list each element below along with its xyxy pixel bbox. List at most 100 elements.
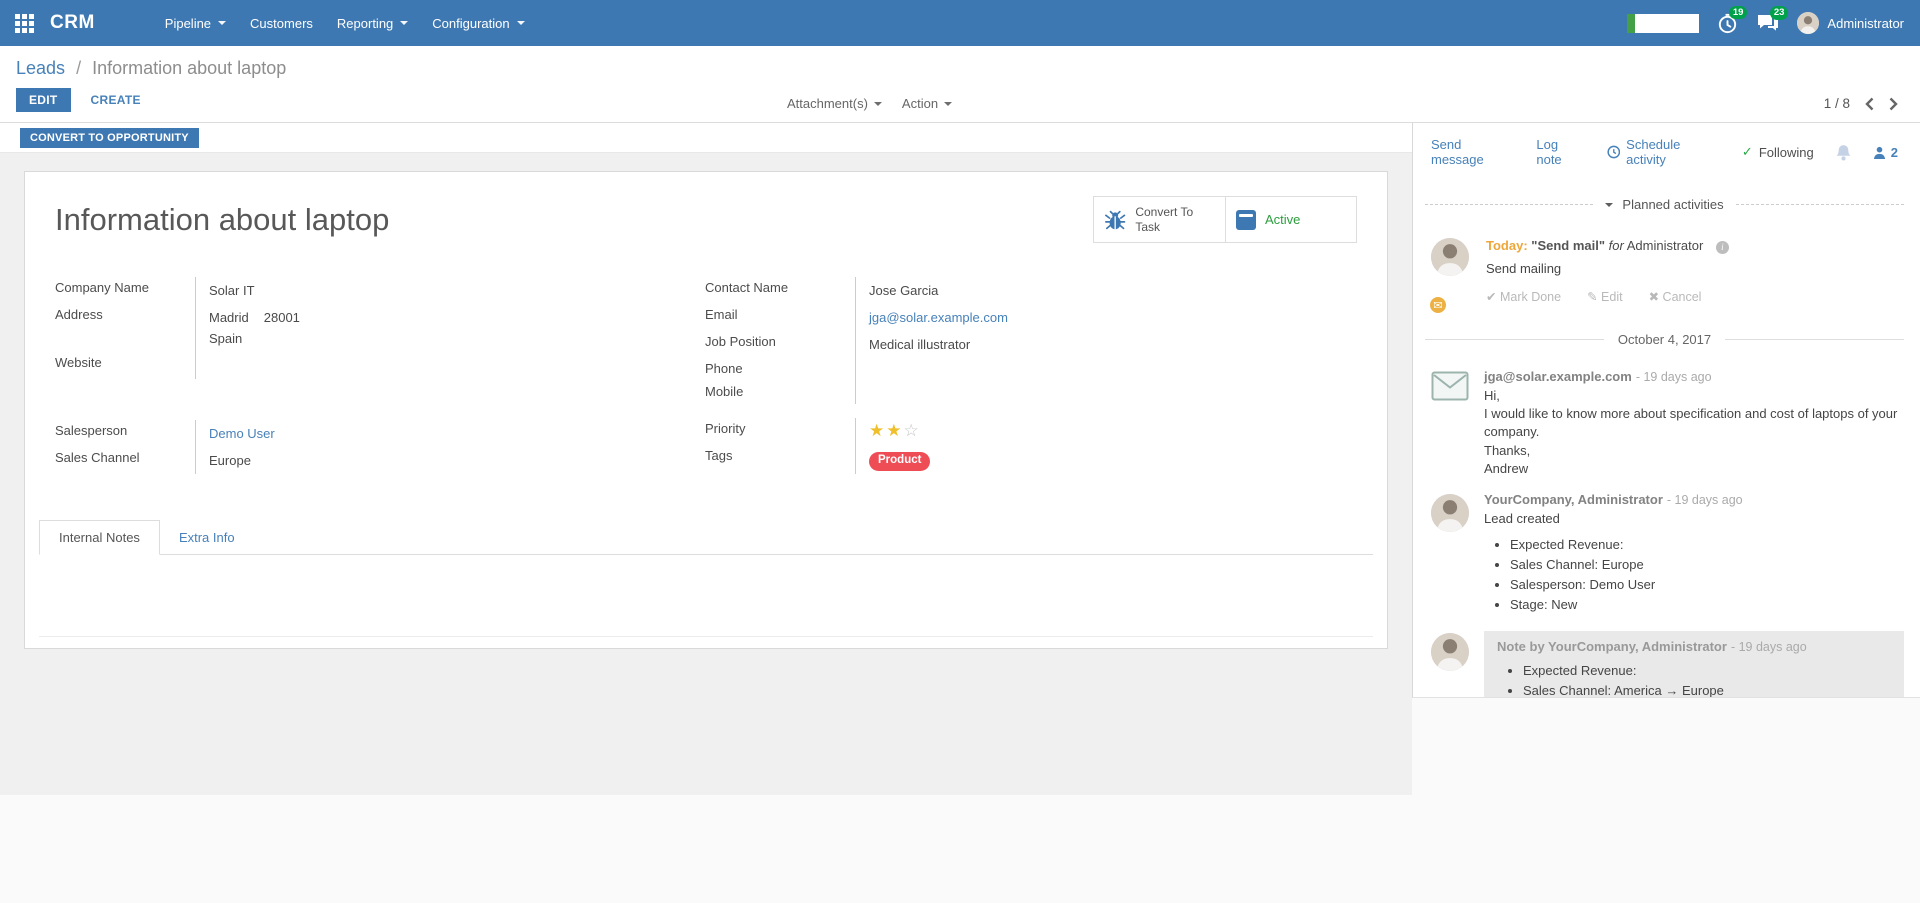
message-body: Lead created (1484, 510, 1904, 528)
follower-person-icon (1873, 146, 1886, 159)
activities-clock-icon[interactable]: 19 (1716, 12, 1739, 35)
control-buttons: EDIT CREATE (16, 88, 1920, 112)
fields-left-column: Company Name Solar IT Address Madrid2800… (55, 277, 675, 474)
chatter-actions: Send message Log note Schedule activity … (1425, 135, 1904, 175)
message-lead-created: YourCompany, Administrator- 19 days ago … (1425, 492, 1904, 617)
chevron-down-icon (517, 21, 525, 25)
form-view: CONVERT TO OPPORTUNITY Information about… (0, 123, 1412, 795)
breadcrumb-current: Information about laptop (92, 58, 286, 78)
field-phone: Phone (705, 358, 1357, 381)
planned-activities-toggle[interactable]: Planned activities (1605, 197, 1723, 212)
mobile-value (855, 381, 1357, 404)
main-menu: Pipeline Customers Reporting Configurati… (153, 9, 537, 38)
create-button[interactable]: CREATE (91, 93, 141, 107)
menu-reporting[interactable]: Reporting (325, 9, 420, 38)
star-filled-icon[interactable]: ★ (869, 421, 886, 440)
form-sheet: Information about laptop (24, 171, 1388, 649)
company-name-value: Solar IT (195, 277, 675, 304)
notebook-tabs: Internal Notes Extra Info (39, 520, 1373, 555)
action-dropdown[interactable]: Action (902, 96, 952, 111)
field-job-position: Job Position Medical illustrator (705, 331, 1357, 358)
fields-right-column: Contact Name Jose Garcia Email jga@solar… (705, 277, 1357, 474)
user-menu[interactable]: Administrator (1797, 12, 1904, 34)
internal-notes-content (39, 555, 1373, 637)
convert-to-opportunity-button[interactable]: CONVERT TO OPPORTUNITY (20, 128, 199, 148)
field-sales-channel: Sales Channel Europe (55, 447, 675, 474)
activity-assignee: Administrator (1627, 238, 1704, 253)
log-note-button[interactable]: Log note (1536, 137, 1585, 167)
date-separator: October 4, 2017 (1425, 332, 1904, 347)
salesperson-link[interactable]: Demo User (209, 426, 275, 441)
edit-button[interactable]: EDIT (16, 88, 71, 112)
avatar (1797, 12, 1819, 34)
message-count-badge: 23 (1770, 6, 1789, 20)
active-toggle-button[interactable]: Active (1225, 197, 1356, 242)
breadcrumb: Leads / Information about laptop (16, 58, 1920, 79)
mark-done-button[interactable]: ✔ Mark Done (1486, 289, 1561, 304)
message-time: - 19 days ago (1731, 640, 1807, 654)
info-icon[interactable]: i (1716, 241, 1729, 254)
edit-activity-button[interactable]: ✎ Edit (1587, 289, 1623, 304)
message-author: jga@solar.example.com- 19 days ago (1484, 369, 1904, 384)
control-panel: Leads / Information about laptop EDIT CR… (0, 46, 1920, 123)
pager-value[interactable]: 1 / 8 (1824, 96, 1850, 111)
message-author: Note by YourCompany, Administrator- 19 d… (1497, 639, 1891, 654)
menu-pipeline[interactable]: Pipeline (153, 9, 238, 38)
message-note: Note by YourCompany, Administrator- 19 d… (1425, 631, 1904, 698)
chatter-panel: Send message Log note Schedule activity … (1412, 123, 1920, 698)
systray-progress-bar[interactable] (1627, 14, 1699, 33)
messages-chat-icon[interactable]: 23 (1756, 12, 1780, 34)
record-pager: 1 / 8 (1824, 96, 1898, 111)
chevron-down-icon (874, 102, 882, 106)
cancel-activity-button[interactable]: ✖ Cancel (1649, 289, 1702, 304)
star-empty-icon[interactable]: ☆ (904, 421, 921, 440)
send-message-button[interactable]: Send message (1431, 137, 1515, 167)
website-value (195, 352, 675, 379)
bell-icon[interactable] (1835, 144, 1852, 161)
activity-name: Send mailing (1486, 261, 1729, 276)
tag-product: Product (869, 452, 930, 471)
following-button[interactable]: ✓ Following (1742, 144, 1814, 160)
pager-previous-icon[interactable] (1865, 97, 1874, 111)
activity-count-badge: 19 (1729, 6, 1748, 20)
menu-customers[interactable]: Customers (238, 9, 325, 38)
priority-stars: ★★☆ (869, 421, 921, 440)
tab-extra-info[interactable]: Extra Info (160, 521, 254, 554)
phone-value (855, 358, 1357, 381)
main-content: CONVERT TO OPPORTUNITY Information about… (0, 123, 1920, 903)
email-activity-badge-icon: ✉ (1428, 295, 1448, 315)
sales-channel-value: Europe (195, 447, 675, 474)
bug-icon (1104, 208, 1126, 232)
tab-internal-notes[interactable]: Internal Notes (39, 520, 160, 555)
field-company-name: Company Name Solar IT (55, 277, 675, 304)
email-link[interactable]: jga@solar.example.com (869, 310, 1008, 325)
check-icon: ✓ (1742, 144, 1753, 160)
field-mobile: Mobile (705, 381, 1357, 404)
chevron-down-icon (218, 21, 226, 25)
star-filled-icon[interactable]: ★ (886, 421, 903, 440)
field-website: Website (55, 352, 675, 379)
convert-to-task-button[interactable]: Convert To Task (1094, 197, 1225, 242)
job-position-value: Medical illustrator (855, 331, 1357, 358)
message-bullet-list: Expected Revenue: Sales Channel: Europe … (1510, 537, 1904, 612)
field-contact-name: Contact Name Jose Garcia (705, 277, 1357, 304)
message-author: YourCompany, Administrator- 19 days ago (1484, 492, 1904, 507)
menu-configuration[interactable]: Configuration (420, 9, 536, 38)
avatar (1431, 492, 1469, 617)
followers-count: 2 (1891, 145, 1898, 160)
attachments-dropdown[interactable]: Attachment(s) (787, 96, 882, 111)
message-time: - 19 days ago (1667, 493, 1743, 507)
activity-avatar: ✉ (1431, 238, 1471, 304)
message-body: Hi, I would like to know more about spec… (1484, 387, 1904, 478)
breadcrumb-leads-link[interactable]: Leads (16, 58, 65, 78)
schedule-activity-button[interactable]: Schedule activity (1607, 137, 1721, 167)
top-navbar: CRM Pipeline Customers Reporting Configu… (0, 0, 1920, 46)
progress-fill (1627, 14, 1635, 33)
statusbar: CONVERT TO OPPORTUNITY (0, 123, 1412, 153)
pager-next-icon[interactable] (1889, 97, 1898, 111)
message-time: - 19 days ago (1636, 370, 1712, 384)
apps-grid-icon[interactable] (15, 14, 34, 33)
archive-icon (1236, 210, 1256, 230)
followers-button[interactable]: 2 (1873, 145, 1898, 160)
caret-down-icon (1605, 203, 1613, 207)
